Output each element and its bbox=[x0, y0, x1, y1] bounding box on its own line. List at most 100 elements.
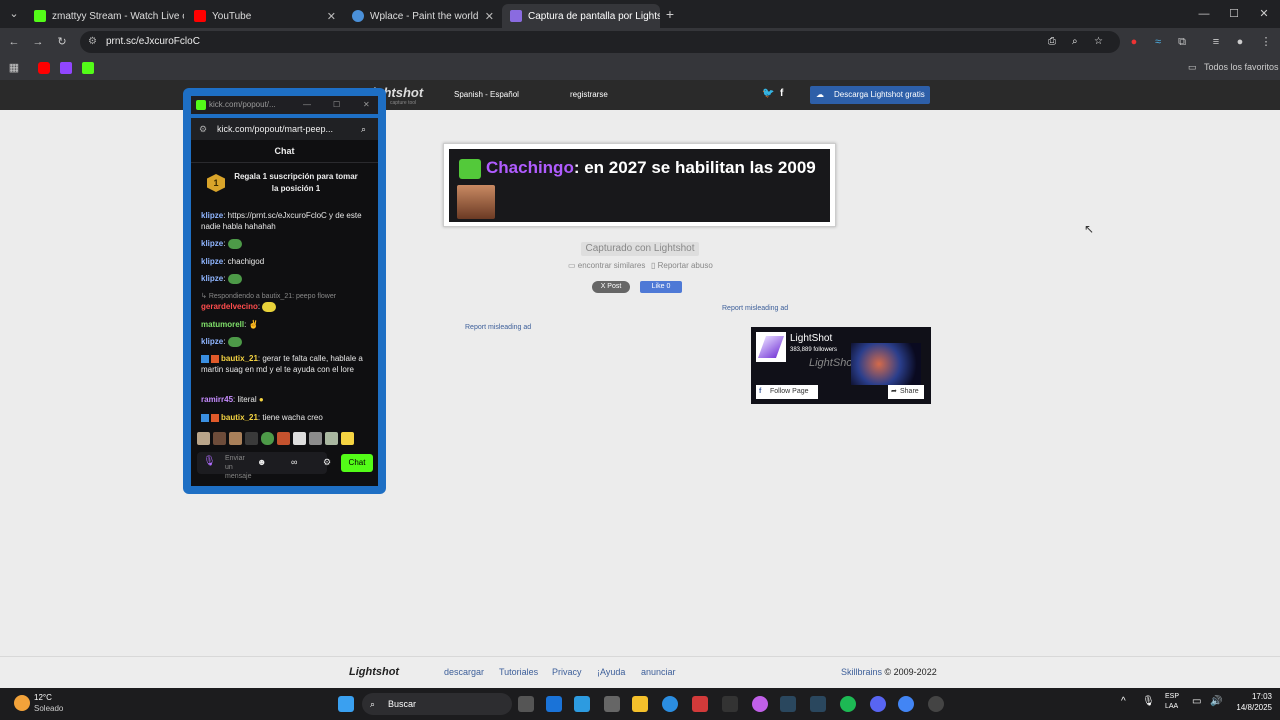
windows-start-icon[interactable] bbox=[338, 696, 354, 712]
maximize-button[interactable]: ☐ bbox=[1226, 6, 1242, 22]
find-similar-link[interactable]: ▭ encontrar similares bbox=[568, 261, 645, 270]
emote-button-icon[interactable]: ☻ bbox=[257, 457, 266, 467]
site-info-icon[interactable]: ⚙ bbox=[199, 118, 207, 140]
skillbrains-link[interactable]: Skillbrains bbox=[841, 667, 882, 677]
emote-icon[interactable] bbox=[213, 432, 226, 445]
app-red-icon[interactable] bbox=[692, 696, 708, 712]
footer-logo[interactable]: Lightshot bbox=[349, 666, 399, 678]
site-info-icon[interactable]: ⚙ bbox=[88, 31, 97, 53]
weather-sun-icon[interactable] bbox=[14, 695, 30, 711]
tab-kick-stream[interactable]: zmattyy Stream - Watch Live o ✕ bbox=[26, 4, 184, 28]
fb-page-name[interactable]: LightShot bbox=[790, 333, 832, 344]
emote-icon[interactable] bbox=[229, 432, 242, 445]
kick-close-icon[interactable]: ✕ bbox=[363, 96, 370, 114]
profile-icon[interactable]: ● bbox=[1232, 34, 1248, 50]
taskbar-search[interactable]: ⌕ Buscar bbox=[362, 693, 512, 715]
spotify-icon[interactable] bbox=[840, 696, 856, 712]
tab-wplace[interactable]: Wplace - Paint the world ✕ bbox=[344, 4, 502, 28]
kick-minimize-icon[interactable]: — bbox=[303, 96, 311, 114]
twitch-bookmark-icon[interactable] bbox=[60, 62, 72, 74]
fb-like-button[interactable]: Like 0 bbox=[640, 281, 682, 293]
emote-icon[interactable] bbox=[277, 432, 290, 445]
network-icon[interactable]: ▭ bbox=[1192, 696, 1201, 707]
emote-icon[interactable] bbox=[325, 432, 338, 445]
extension-blue-icon[interactable]: ≈ bbox=[1150, 34, 1166, 50]
microphone-tray-icon[interactable]: 🎙 bbox=[1142, 696, 1155, 707]
new-tab-button[interactable]: + bbox=[662, 6, 678, 22]
volume-icon[interactable]: 🔊 bbox=[1210, 696, 1222, 707]
input-layout[interactable]: LAA bbox=[1165, 703, 1178, 710]
language-selector[interactable]: Spanish - Español bbox=[454, 90, 519, 99]
kick-zoom-icon[interactable]: ⌕ bbox=[361, 118, 366, 140]
youtube-bookmark-icon[interactable] bbox=[38, 62, 50, 74]
reload-icon[interactable]: ↻ bbox=[54, 34, 70, 50]
store-icon[interactable] bbox=[604, 696, 620, 712]
screenshot-image[interactable]: Chachingo: en 2027 se habilitan las 2009 bbox=[443, 143, 836, 227]
fb-follow-button[interactable]: f Follow Page bbox=[756, 385, 818, 399]
telegram-icon[interactable] bbox=[574, 696, 590, 712]
report-ad-link-right[interactable]: Report misleading ad bbox=[722, 305, 788, 312]
register-link[interactable]: registrarse bbox=[570, 90, 608, 99]
address-bar[interactable]: ⚙ prnt.sc/eJxcuroFcloC ⎙ ⌕ ☆ bbox=[80, 31, 1120, 53]
minimize-button[interactable]: — bbox=[1196, 6, 1212, 22]
emote-icon[interactable] bbox=[245, 432, 258, 445]
media-control-icon[interactable]: ≡ bbox=[1208, 34, 1224, 50]
kick-url-bar[interactable]: ⚙ kick.com/popout/mart-peep... ⌕ bbox=[191, 118, 378, 140]
apps-grid-icon[interactable]: ▦ bbox=[6, 60, 22, 76]
facebook-icon[interactable]: f bbox=[780, 88, 783, 99]
extensions-puzzle-icon[interactable]: ⧉ bbox=[1174, 34, 1190, 50]
kick-bookmark-icon[interactable] bbox=[82, 62, 94, 74]
input-language[interactable]: ESP bbox=[1165, 693, 1179, 700]
connections-icon[interactable]: ∞ bbox=[291, 457, 297, 467]
report-ad-link-left[interactable]: Report misleading ad bbox=[465, 324, 531, 331]
tab-close-icon[interactable]: ✕ bbox=[485, 10, 494, 23]
epic-games-icon[interactable] bbox=[722, 696, 738, 712]
forward-icon[interactable]: → bbox=[30, 34, 46, 50]
tab-youtube[interactable]: YouTube ✕ bbox=[186, 4, 344, 28]
copilot-icon[interactable] bbox=[752, 696, 768, 712]
chrome-icon[interactable] bbox=[898, 696, 914, 712]
settings-gear-icon[interactable]: ⚙ bbox=[323, 457, 331, 468]
close-window-button[interactable]: ✕ bbox=[1256, 6, 1272, 22]
zoom-icon[interactable]: ⌕ bbox=[1072, 31, 1078, 53]
back-icon[interactable]: ← bbox=[6, 34, 22, 50]
clock-time[interactable]: 17:03 bbox=[1236, 692, 1272, 701]
facebook-page-widget[interactable]: LightShot 383,889 followers LightShot f … bbox=[751, 327, 931, 404]
twitter-icon[interactable]: 🐦 bbox=[762, 88, 774, 99]
tab-search-icon[interactable]: ⌄ bbox=[6, 6, 22, 22]
bookmark-star-icon[interactable]: ☆ bbox=[1094, 31, 1103, 53]
chat-input[interactable]: 🎙 Enviar un mensaje ☻ ∞ bbox=[197, 452, 327, 480]
fb-share-button[interactable]: ➦ Share bbox=[888, 385, 924, 399]
tab-close-icon[interactable]: ✕ bbox=[327, 10, 336, 23]
kick-maximize-icon[interactable]: ☐ bbox=[333, 96, 340, 114]
emote-icon[interactable] bbox=[293, 432, 306, 445]
footer-link-tutorials[interactable]: Tutoriales bbox=[499, 667, 538, 677]
footer-link-help[interactable]: ¡Ayuda bbox=[597, 667, 625, 677]
x-post-button[interactable]: X Post bbox=[592, 281, 630, 293]
discord-icon[interactable] bbox=[870, 696, 886, 712]
emote-icon[interactable] bbox=[197, 432, 210, 445]
kick-popout-window[interactable]: kick.com/popout/... — ☐ ✕ ⚙ kick.com/pop… bbox=[183, 88, 386, 494]
clock-date[interactable]: 14/8/2025 bbox=[1228, 703, 1272, 712]
report-abuse-link[interactable]: ▯ Reportar abuso bbox=[651, 261, 713, 270]
emote-icon[interactable] bbox=[309, 432, 322, 445]
weather-temp[interactable]: 12°C bbox=[34, 693, 52, 702]
edge-icon[interactable] bbox=[662, 696, 678, 712]
extension-red-icon[interactable]: ● bbox=[1126, 34, 1142, 50]
sub-gift-banner[interactable]: Regala 1 suscripción para tomar la posic… bbox=[231, 171, 361, 195]
footer-link-privacy[interactable]: Privacy bbox=[552, 667, 582, 677]
chat-send-button[interactable]: Chat bbox=[341, 454, 373, 472]
tab-lightshot[interactable]: Captura de pantalla por Lightsh ✕ bbox=[502, 4, 660, 28]
menu-kebab-icon[interactable]: ⋮ bbox=[1258, 34, 1274, 50]
download-button[interactable]: ☁ Descarga Lightshot gratis bbox=[810, 86, 930, 104]
microphone-icon[interactable]: 🎙 bbox=[203, 456, 216, 467]
steam-icon[interactable] bbox=[780, 696, 796, 712]
file-explorer-icon[interactable] bbox=[632, 696, 648, 712]
emote-icon[interactable] bbox=[341, 432, 354, 445]
chrome-alt-icon[interactable] bbox=[928, 696, 944, 712]
tray-expand-icon[interactable]: ^ bbox=[1121, 696, 1126, 707]
install-icon[interactable]: ⎙ bbox=[1048, 31, 1056, 53]
footer-link-advertise[interactable]: anunciar bbox=[641, 667, 676, 677]
task-view-icon[interactable] bbox=[518, 696, 534, 712]
emote-icon[interactable] bbox=[261, 432, 274, 445]
